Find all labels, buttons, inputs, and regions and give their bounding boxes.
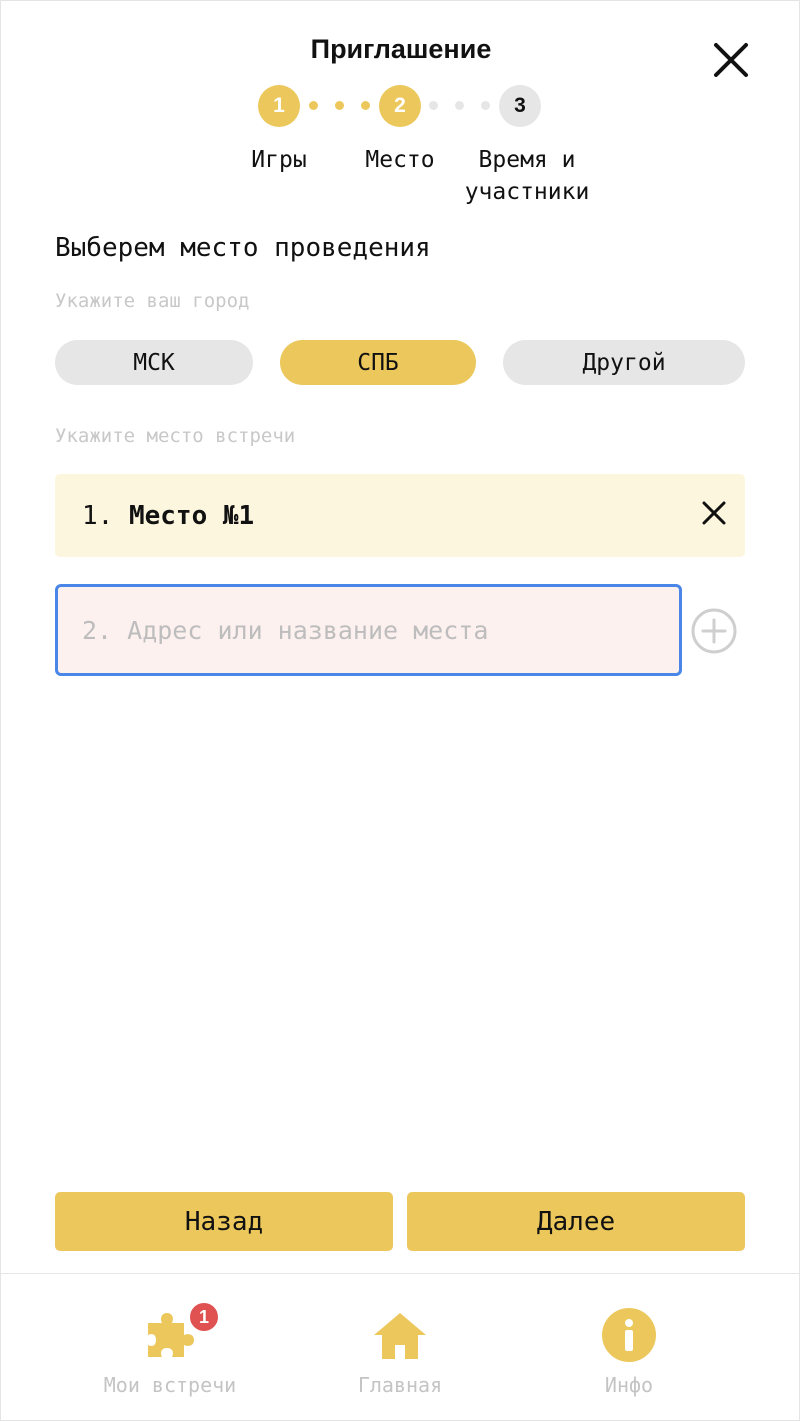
- tab-info[interactable]: Инфо: [519, 1297, 739, 1407]
- tab-home[interactable]: Главная: [290, 1297, 510, 1407]
- plus-circle-icon: [691, 608, 737, 654]
- step-connector-dot: [429, 101, 438, 110]
- step-2-label: Место: [365, 147, 435, 173]
- close-button[interactable]: [710, 39, 752, 81]
- next-button[interactable]: Далее: [407, 1192, 745, 1251]
- step-connector-dot: [361, 101, 370, 110]
- back-button[interactable]: Назад: [55, 1192, 393, 1251]
- tabbar-divider: [1, 1273, 800, 1274]
- close-icon: [702, 501, 726, 525]
- section-heading: Выберем место проведения: [55, 233, 431, 263]
- tab-my-meetings-label: Мои встречи: [103, 1373, 237, 1397]
- address-input[interactable]: [55, 584, 682, 676]
- tab-my-meetings[interactable]: 1 Мои встречи: [60, 1297, 280, 1407]
- add-place-button[interactable]: [690, 607, 738, 655]
- app-frame: Приглашение 1 2 3 Игры Место Время и уча…: [0, 0, 800, 1421]
- city-button-msk[interactable]: МСК: [55, 340, 253, 385]
- tab-home-label: Главная: [357, 1373, 443, 1397]
- step-3-label-line1: Время и: [478, 147, 576, 173]
- city-hint: Укажите ваш город: [55, 290, 250, 312]
- step-connector-dot: [481, 101, 490, 110]
- place-hint: Укажите место встречи: [55, 425, 296, 447]
- step-2-circle: 2: [379, 85, 421, 127]
- step-3-label-line2: участники: [464, 179, 590, 205]
- place-item-name: Место №1: [128, 501, 255, 531]
- city-button-spb[interactable]: СПБ: [280, 340, 476, 385]
- place-item: 1. Место №1: [55, 474, 745, 557]
- tab-info-label: Инфо: [604, 1373, 654, 1397]
- step-connector-dot: [309, 101, 318, 110]
- home-icon: [374, 1313, 426, 1359]
- step-connector-dot: [455, 101, 464, 110]
- close-icon: [714, 43, 748, 77]
- remove-place-button[interactable]: [696, 495, 732, 531]
- place-item-number: 1.: [82, 501, 114, 531]
- page-title: Приглашение: [310, 34, 492, 64]
- info-icon: [602, 1308, 656, 1362]
- step-1-circle: 1: [258, 85, 300, 127]
- notification-badge: 1: [188, 1301, 220, 1333]
- city-button-other[interactable]: Другой: [503, 340, 745, 385]
- step-3-circle: 3: [499, 85, 541, 127]
- step-connector-dot: [335, 101, 344, 110]
- step-1-label: Игры: [251, 147, 307, 173]
